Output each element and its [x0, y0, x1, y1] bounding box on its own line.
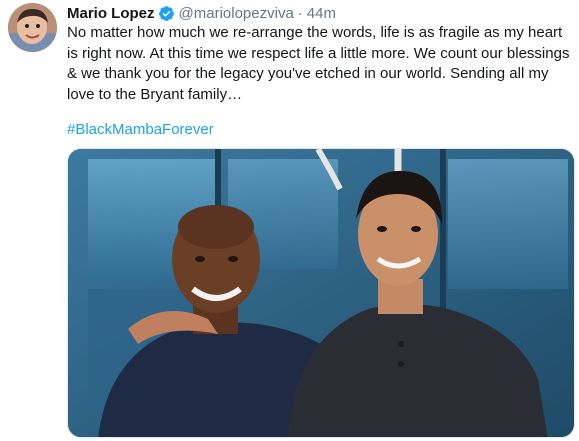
header-separator: ·	[297, 4, 303, 22]
author-name[interactable]: Mario Lopez	[67, 5, 155, 22]
tweet-header: Mario Lopez @mariolopezviva · 44m	[67, 3, 336, 23]
verified-badge-icon	[158, 5, 175, 22]
avatar[interactable]	[8, 3, 57, 52]
timestamp[interactable]: 44m	[307, 5, 336, 22]
author-handle[interactable]: @mariolopezviva	[179, 5, 294, 22]
tweet-text: No matter how much we re-arrange the wor…	[67, 24, 570, 103]
hashtag-link[interactable]: #BlackMambaForever	[67, 120, 214, 140]
tweet-photo[interactable]	[67, 148, 575, 438]
tweet: Mario Lopez @mariolopezviva · 44m No mat…	[0, 0, 579, 441]
photo-image	[68, 149, 574, 437]
avatar-image	[8, 3, 57, 52]
